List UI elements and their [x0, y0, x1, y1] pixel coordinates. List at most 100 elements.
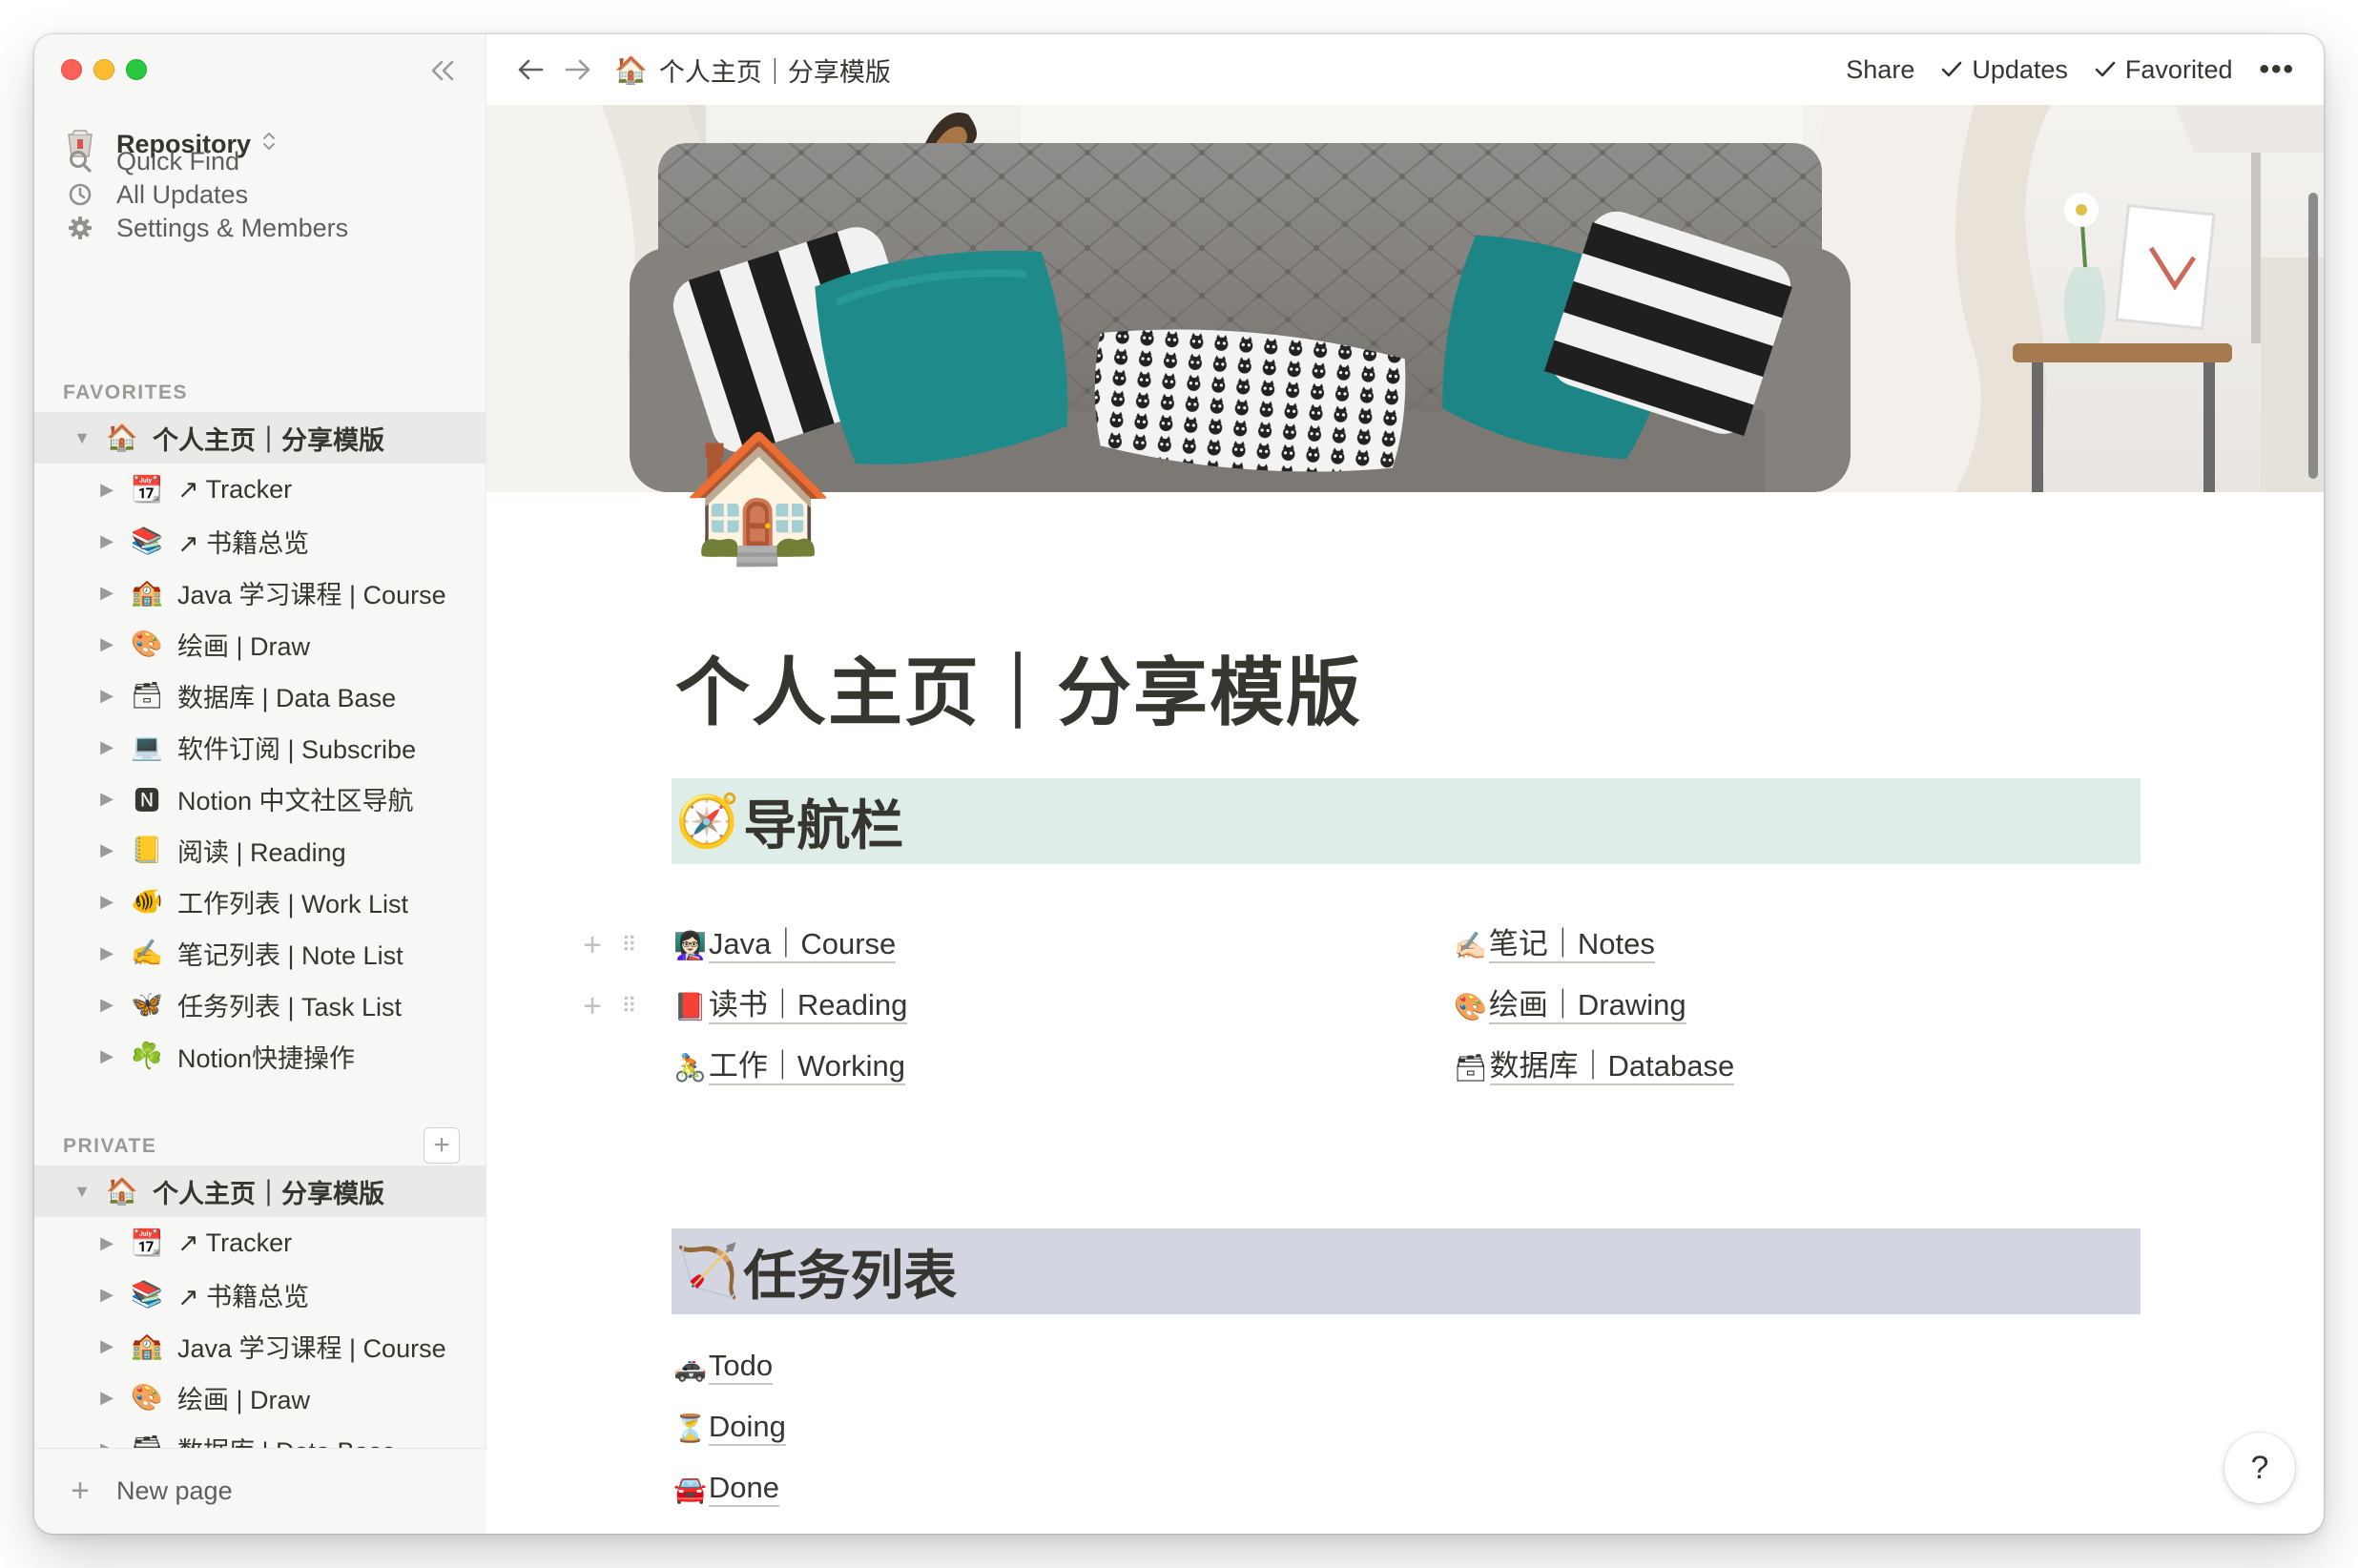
forward-arrow-icon[interactable]	[563, 53, 593, 86]
nav-link[interactable]: 🎨 绘画｜Drawing	[1454, 984, 1686, 1028]
triangle-down-icon[interactable]: ▼	[72, 428, 92, 448]
triangle-right-icon[interactable]: ▶	[97, 583, 116, 603]
collapse-sidebar-icon[interactable]	[425, 53, 460, 88]
favorites-section-label: FAVORITES	[63, 382, 188, 403]
nav-link[interactable]: 📕 读书｜Reading	[673, 984, 908, 1028]
updates-button[interactable]: Updates	[1941, 55, 2068, 85]
sidebar-page-item[interactable]: ▶ 🅽 Notion 中文社区导航	[34, 773, 486, 824]
back-arrow-icon[interactable]	[515, 53, 546, 86]
sidebar-page-item[interactable]: ▶ 🦋 任务列表 | Task List	[34, 979, 486, 1030]
page-emoji-icon: 📚	[131, 1280, 163, 1309]
house-icon: 🏠	[614, 54, 648, 85]
add-private-page-button[interactable]: +	[424, 1127, 460, 1164]
page-emoji-icon: 🏠	[106, 423, 138, 452]
minimize-window-button[interactable]	[93, 59, 114, 80]
share-button[interactable]: Share	[1846, 55, 1914, 85]
link-emoji-icon: 📕	[673, 991, 707, 1021]
page-emoji-icon: ☘️	[131, 1042, 163, 1070]
task-link-text: Doing	[708, 1410, 786, 1446]
triangle-right-icon[interactable]: ▶	[97, 1046, 116, 1066]
favorites-tree: ▼ 🏠 个人主页｜分享模版 ▶ 📆 ↗ Tracker ▶ 📚 ↗ 书籍总览 ▶ 🏫 Java 学习课…	[34, 412, 486, 1082]
task-list-heading[interactable]: 🏹 任务列表	[672, 1228, 2141, 1314]
triangle-right-icon[interactable]: ▶	[97, 1388, 116, 1408]
sidebar-page-label: 个人主页｜分享模版	[153, 425, 384, 455]
triangle-right-icon[interactable]: ▶	[97, 943, 116, 963]
settings-members-item[interactable]: Settings & Members	[63, 206, 348, 250]
new-page-button[interactable]: + New page	[34, 1448, 486, 1534]
nav-link[interactable]: 👩🏻‍🏫 Java｜Course	[673, 923, 897, 967]
sidebar-page-item[interactable]: ▶ 📆 ↗ Tracker	[34, 1217, 486, 1269]
page-emoji-icon: 📆	[131, 475, 163, 504]
triangle-right-icon[interactable]: ▶	[97, 737, 116, 757]
triangle-down-icon[interactable]: ▼	[72, 1182, 92, 1202]
triangle-right-icon[interactable]: ▶	[97, 686, 116, 706]
sidebar-page-label: Notion快捷操作	[177, 1043, 356, 1073]
triangle-right-icon[interactable]: ▶	[97, 634, 116, 654]
page-emoji-icon: 💻	[131, 732, 163, 761]
triangle-right-icon[interactable]: ▶	[97, 480, 116, 500]
settings-members-label: Settings & Members	[116, 213, 349, 242]
add-block-icon[interactable]: +	[582, 988, 603, 1025]
sidebar: Repository Quick Find All Updates Settin…	[34, 34, 486, 1534]
sidebar-page-item[interactable]: ▶ 🏫 Java 学习课程 | Course	[34, 1320, 486, 1372]
sidebar-page-item[interactable]: ▶ 🐠 工作列表 | Work List	[34, 876, 486, 927]
page-emoji-icon: 🎨	[131, 1383, 163, 1412]
sidebar-page-item[interactable]: ▶ 📚 ↗ 书籍总览	[34, 1269, 486, 1320]
triangle-right-icon[interactable]: ▶	[97, 789, 116, 809]
sidebar-page-label: 绘画 | Draw	[177, 1385, 311, 1414]
triangle-right-icon[interactable]: ▶	[97, 995, 116, 1015]
page-actions: Share Updates Favorited •••	[1846, 52, 2295, 88]
history-nav	[515, 53, 593, 86]
sidebar-page-item[interactable]: ▶ 🎨 绘画 | Draw	[34, 1372, 486, 1423]
nav-link[interactable]: 🚴 工作｜Working	[673, 1045, 906, 1089]
nav-link[interactable]: ✍🏻 笔记｜Notes	[1454, 923, 1655, 967]
private-section-label: PRIVATE	[63, 1135, 157, 1157]
more-options-icon[interactable]: •••	[2259, 53, 2295, 86]
sidebar-page-item[interactable]: ▶ 🗃 数据库 | Data Base	[34, 670, 486, 721]
page-icon[interactable]: 🏠	[681, 425, 836, 568]
page-title[interactable]: 个人主页｜分享模版	[675, 633, 1362, 740]
link-emoji-icon: 🚴	[673, 1052, 707, 1083]
scrollbar-thumb[interactable]	[2308, 193, 2318, 479]
sidebar-page-item[interactable]: ▶ 🎨 绘画 | Draw	[34, 618, 486, 670]
page-emoji-icon: 📚	[131, 526, 163, 555]
sidebar-page-label: 阅读 | Reading	[177, 837, 346, 867]
zoom-window-button[interactable]	[126, 59, 147, 80]
breadcrumb[interactable]: 🏠 个人主页｜分享模版	[614, 53, 891, 87]
sidebar-page-item[interactable]: ▶ 🏫 Java 学习课程 | Course	[34, 567, 486, 618]
breadcrumb-title: 个人主页｜分享模版	[658, 57, 891, 87]
drag-handle-icon[interactable]: ⠿	[620, 996, 637, 1017]
drag-handle-icon[interactable]: ⠿	[620, 935, 637, 956]
triangle-right-icon[interactable]: ▶	[97, 1233, 116, 1253]
task-link[interactable]: ⏳ Doing	[673, 1406, 786, 1450]
sidebar-page-item[interactable]: ▶ 📆 ↗ Tracker	[34, 464, 486, 515]
triangle-right-icon[interactable]: ▶	[97, 531, 116, 551]
sidebar-page-item[interactable]: ▶ 📒 阅读 | Reading	[34, 824, 486, 876]
sidebar-page-item[interactable]: ▶ ☘️ Notion快捷操作	[34, 1030, 486, 1082]
add-block-icon[interactable]: +	[582, 927, 603, 964]
help-button[interactable]: ?	[2224, 1433, 2295, 1503]
sidebar-page-item[interactable]: ▶ 💻 软件订阅 | Subscribe	[34, 721, 486, 773]
nav-link-text: 工作｜Working	[708, 1049, 906, 1085]
page-emoji-icon: 🏫	[131, 1331, 163, 1360]
link-emoji-icon: ✍🏻	[1454, 930, 1487, 960]
sidebar-page-item[interactable]: ▼ 🏠 个人主页｜分享模版	[34, 412, 486, 464]
triangle-right-icon[interactable]: ▶	[97, 840, 116, 860]
sidebar-page-label: ↗ 书籍总览	[177, 1282, 310, 1311]
close-window-button[interactable]	[61, 59, 82, 80]
favorited-label: Favorited	[2124, 54, 2233, 84]
triangle-right-icon[interactable]: ▶	[97, 1285, 116, 1305]
favorited-button[interactable]: Favorited	[2095, 54, 2233, 85]
nav-link[interactable]: 🗃 数据库｜Database	[1454, 1045, 1735, 1089]
sidebar-page-item[interactable]: ▶ ✍️ 笔记列表 | Note List	[34, 927, 486, 979]
task-link[interactable]: 🚓 Todo	[673, 1345, 774, 1389]
triangle-right-icon[interactable]: ▶	[97, 892, 116, 912]
block-controls: + ⠿	[582, 984, 637, 1028]
task-link[interactable]: 🚘 Done	[673, 1467, 779, 1511]
chevron-updown-icon	[262, 131, 276, 157]
sidebar-page-item[interactable]: ▶ 📚 ↗ 书籍总览	[34, 515, 486, 567]
navigation-heading[interactable]: 🧭 导航栏	[672, 778, 2141, 864]
sidebar-page-item[interactable]: ▼ 🏠 个人主页｜分享模版	[34, 1166, 486, 1217]
nav-link-text: 读书｜Reading	[708, 988, 908, 1024]
triangle-right-icon[interactable]: ▶	[97, 1336, 116, 1356]
